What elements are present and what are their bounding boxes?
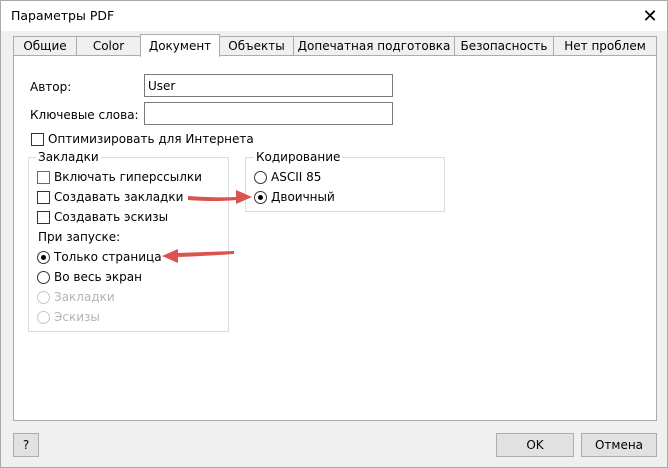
ok-button-label: OK bbox=[526, 438, 544, 452]
full-screen-label[interactable]: Во весь экран bbox=[54, 270, 142, 284]
tab-color[interactable]: Color bbox=[76, 36, 141, 55]
title-bar: Параметры PDF ✕ bbox=[1, 1, 667, 31]
full-screen-radio[interactable] bbox=[37, 271, 50, 284]
ok-button[interactable]: OK bbox=[496, 433, 574, 457]
tab-label: Допечатная подготовка bbox=[297, 39, 451, 53]
thumbnails-radio-label: Эскизы bbox=[54, 310, 100, 324]
tab-label: Объекты bbox=[228, 39, 285, 53]
cancel-button[interactable]: Отмена bbox=[581, 433, 657, 457]
bookmarks-radio bbox=[37, 291, 50, 304]
tab-label: Color bbox=[92, 39, 125, 53]
ascii85-label[interactable]: ASCII 85 bbox=[271, 170, 321, 184]
tab-prepress[interactable]: Допечатная подготовка bbox=[293, 36, 455, 55]
tab-label: Документ bbox=[148, 39, 212, 53]
tab-no-issues[interactable]: Нет проблем bbox=[553, 36, 657, 55]
binary-label[interactable]: Двоичный bbox=[271, 190, 335, 204]
document-tab-panel: Автор: User Ключевые слова: Оптимизирова… bbox=[13, 55, 657, 421]
keywords-label: Ключевые слова: bbox=[30, 108, 139, 122]
optimize-web-label[interactable]: Оптимизировать для Интернета bbox=[48, 132, 254, 146]
close-icon: ✕ bbox=[642, 5, 658, 27]
encoding-group-title: Кодирование bbox=[254, 150, 343, 164]
on-start-label: При запуске: bbox=[38, 230, 121, 244]
cancel-button-label: Отмена bbox=[594, 438, 644, 452]
ascii85-radio[interactable] bbox=[254, 171, 267, 184]
optimize-web-checkbox[interactable] bbox=[31, 133, 44, 146]
author-label: Автор: bbox=[30, 80, 72, 94]
create-thumbnails-label[interactable]: Создавать эскизы bbox=[54, 210, 168, 224]
close-button[interactable]: ✕ bbox=[633, 1, 667, 31]
create-thumbnails-checkbox[interactable] bbox=[37, 211, 50, 224]
pdf-settings-dialog: Параметры PDF ✕ Общие Color Документ Объ… bbox=[0, 0, 668, 468]
keywords-input[interactable] bbox=[144, 102, 393, 125]
page-only-label[interactable]: Только страница bbox=[54, 250, 162, 264]
window-title: Параметры PDF bbox=[11, 8, 115, 23]
thumbnails-radio bbox=[37, 311, 50, 324]
tab-label: Нет проблем bbox=[564, 39, 646, 53]
create-bookmarks-checkbox[interactable] bbox=[37, 191, 50, 204]
bookmarks-group-title: Закладки bbox=[36, 150, 101, 164]
include-hyperlinks-label[interactable]: Включать гиперссылки bbox=[54, 170, 202, 184]
tab-security[interactable]: Безопасность bbox=[454, 36, 554, 55]
page-only-radio[interactable] bbox=[37, 251, 50, 264]
binary-radio[interactable] bbox=[254, 191, 267, 204]
tab-label: Безопасность bbox=[460, 39, 548, 53]
include-hyperlinks-checkbox[interactable] bbox=[37, 171, 50, 184]
tab-objects[interactable]: Объекты bbox=[219, 36, 294, 55]
tab-strip: Общие Color Документ Объекты Допечатная … bbox=[13, 34, 657, 57]
tab-label: Общие bbox=[23, 39, 67, 53]
tab-general[interactable]: Общие bbox=[13, 36, 77, 55]
author-input[interactable]: User bbox=[144, 74, 393, 97]
tab-document[interactable]: Документ bbox=[140, 34, 220, 57]
create-bookmarks-label[interactable]: Создавать закладки bbox=[54, 190, 183, 204]
help-button-label: ? bbox=[22, 438, 30, 452]
bookmarks-radio-label: Закладки bbox=[54, 290, 115, 304]
help-button[interactable]: ? bbox=[13, 433, 39, 457]
